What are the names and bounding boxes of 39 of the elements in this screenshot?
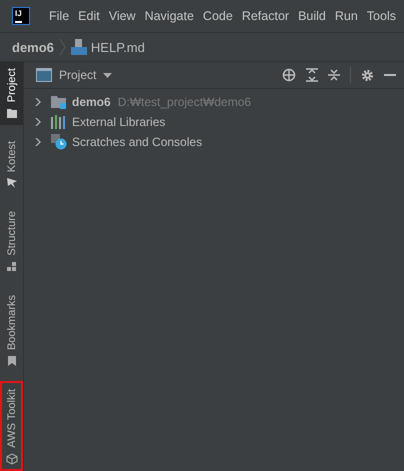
module-folder-icon [51,94,67,110]
menu-item[interactable]: Edit [78,9,100,23]
settings-icon[interactable] [361,68,374,82]
module-path: D:₩test_project₩demo6 [118,95,252,109]
scratch-clock-icon [51,134,67,150]
collapse-all-icon[interactable] [328,68,340,82]
dropdown-caret-icon [103,72,112,78]
tool-window-tab[interactable]: AWS Toolkit [0,381,23,471]
menu-item[interactable]: Code [202,9,233,23]
breadcrumb-item[interactable]: demo6 [12,40,54,54]
view-selector[interactable]: Project [36,68,112,82]
tree-item[interactable]: Scratches and Consoles [72,135,202,149]
tree-item[interactable]: demo6 [72,95,111,109]
menu-item[interactable]: Tools [366,9,396,23]
markdown-file-icon [70,39,87,55]
app-logo[interactable]: IJ [12,7,30,25]
structure-icon [6,261,18,274]
folder-icon [6,107,18,120]
hide-icon[interactable] [384,73,396,77]
menu-item[interactable]: Run [334,9,358,23]
locate-icon[interactable] [282,68,296,82]
breadcrumb-item[interactable]: HELP.md [70,39,145,55]
tool-window-tab[interactable]: Structure [0,205,23,280]
menu-item[interactable]: Navigate [144,9,194,23]
window-icon [36,68,52,82]
expand-all-icon[interactable] [306,68,318,82]
tool-window-tab[interactable]: Bookmarks [0,289,23,374]
kotest-icon [6,177,18,190]
menu-item[interactable]: View [108,9,136,23]
tree-item[interactable]: External Libraries [72,115,166,129]
tool-window-tab[interactable]: Kotest [0,135,23,196]
chevron-separator-icon [58,38,66,56]
cube-icon [6,453,18,465]
bookmark-icon [6,355,18,368]
tool-window-tab[interactable]: Project [0,62,23,126]
menu-item[interactable]: File [49,9,70,23]
library-icon [51,115,67,129]
menu-item[interactable]: Build [298,9,326,23]
menu-item[interactable]: Refactor [242,9,290,23]
